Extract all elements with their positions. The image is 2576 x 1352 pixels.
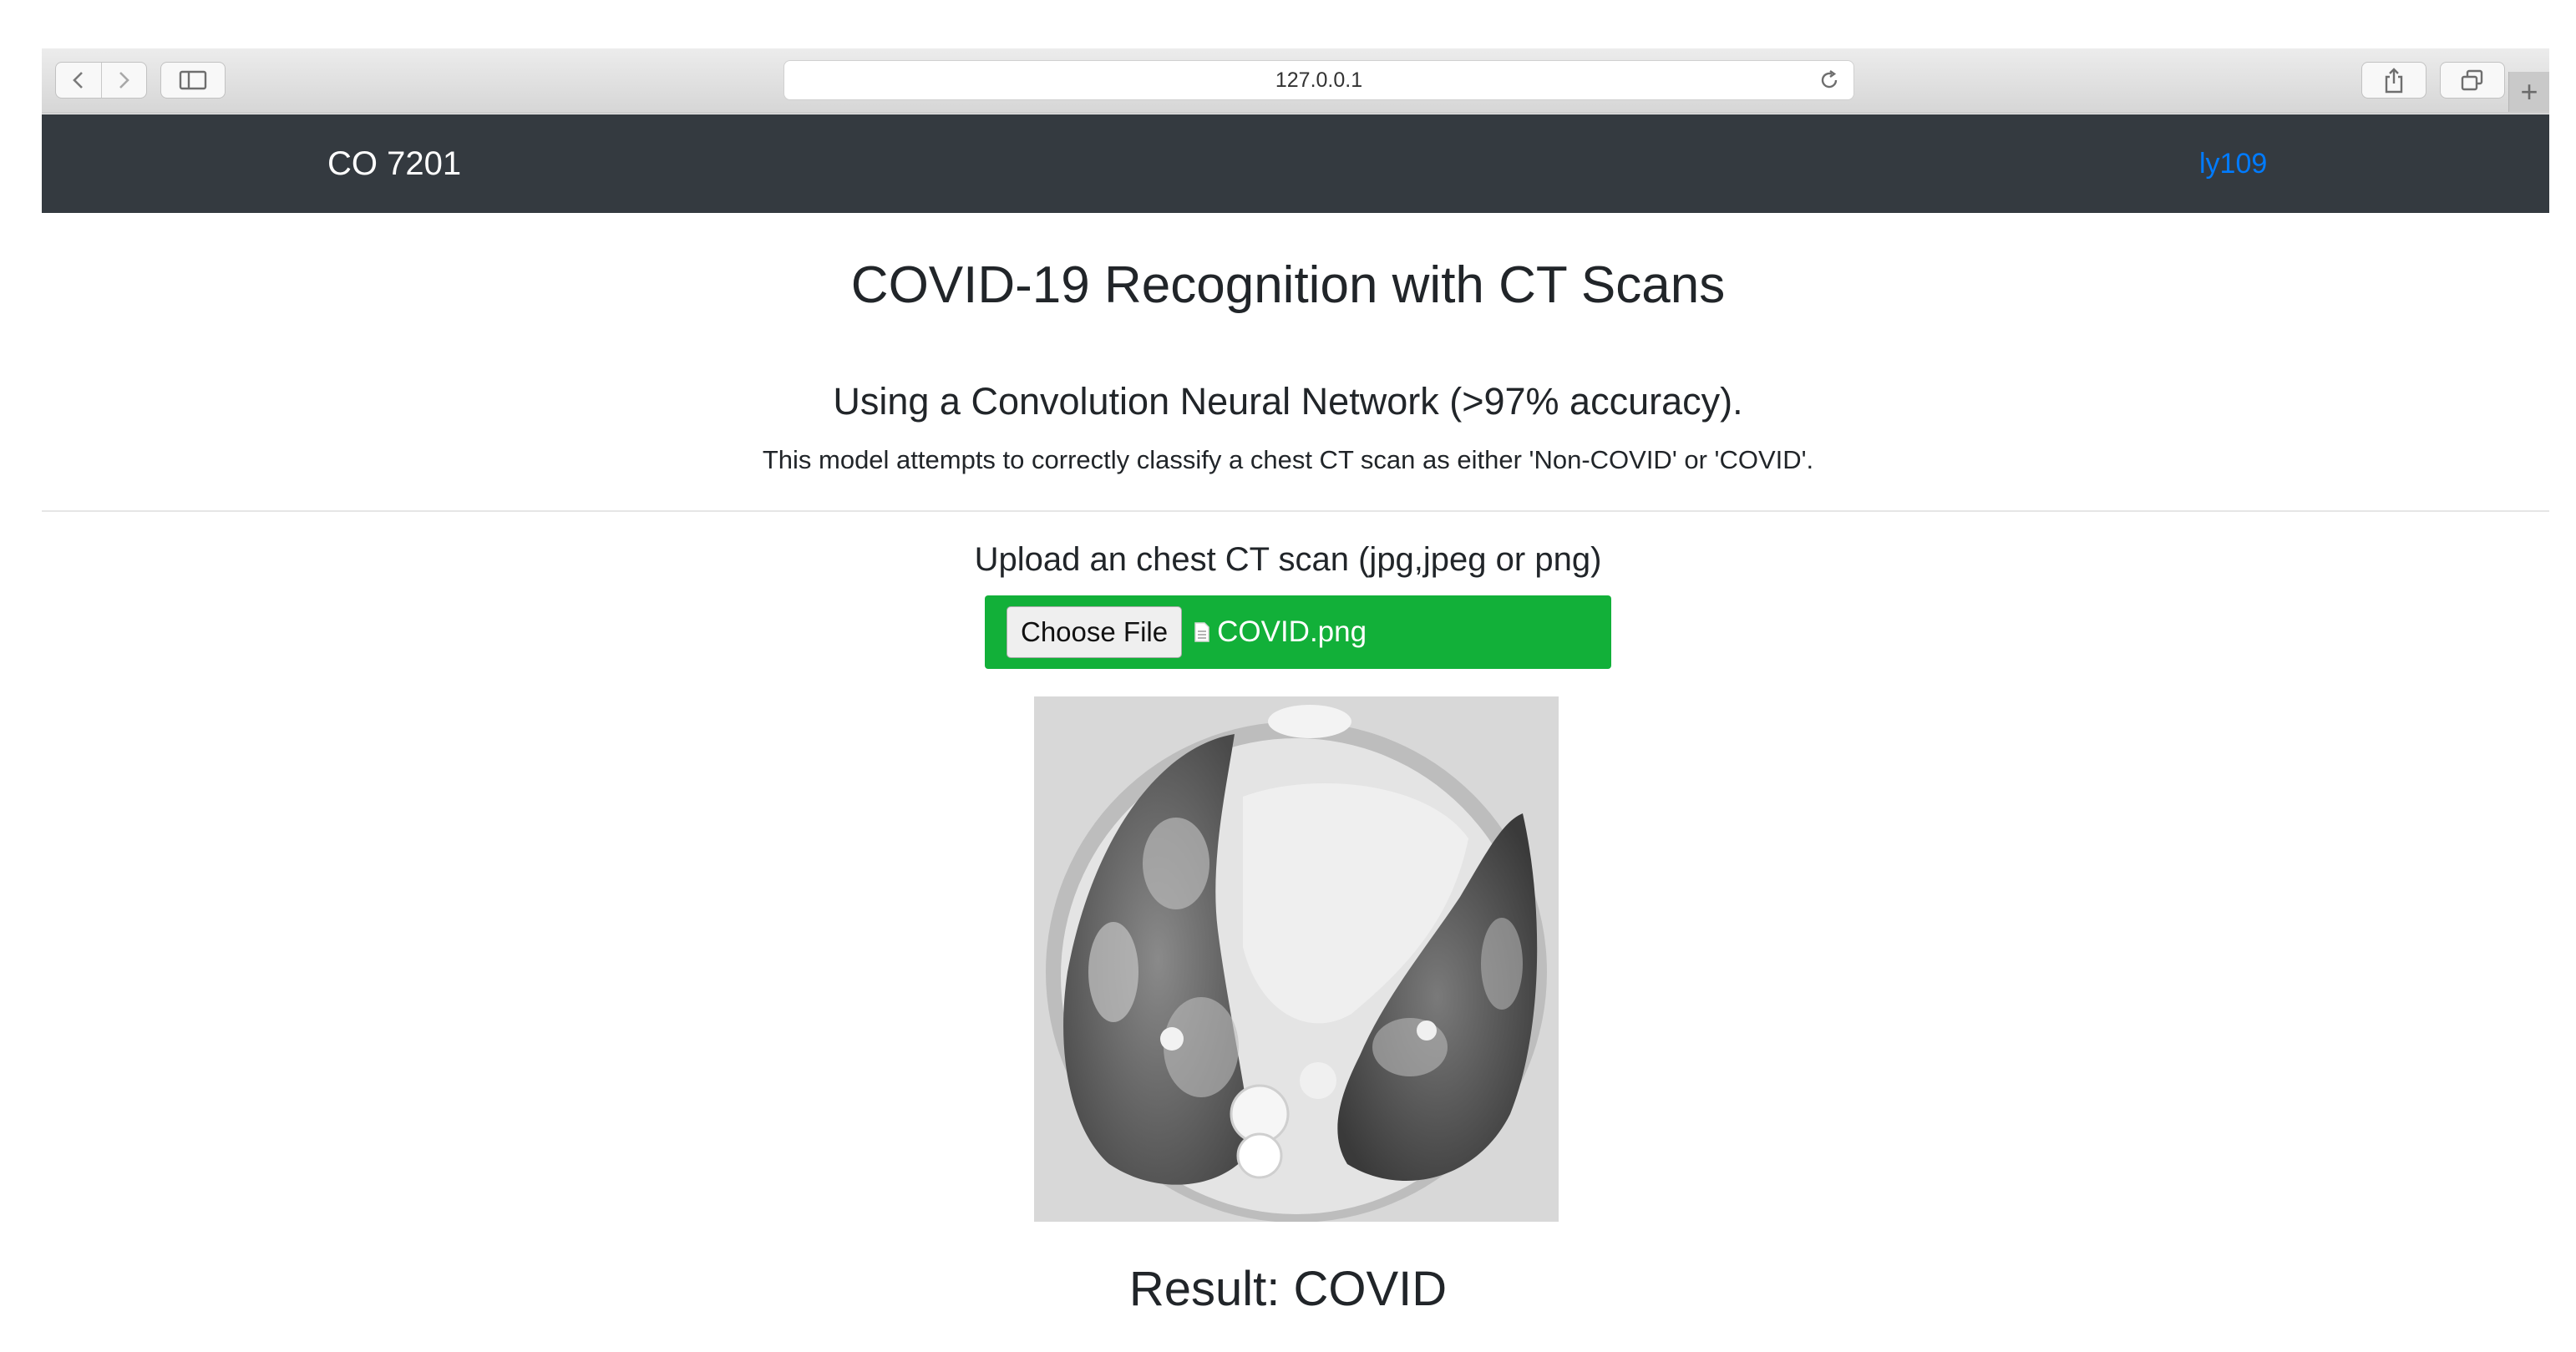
address-text: 127.0.0.1 [1275,68,1363,92]
reload-icon[interactable] [1817,68,1842,93]
user-link[interactable]: ly109 [2199,114,2267,213]
choose-file-button[interactable]: Choose File [1007,606,1183,658]
result-text: Result: COVID [1128,1262,1448,1316]
brand-link[interactable]: CO 7201 [327,114,461,213]
ct-scan-image [1034,696,1559,1222]
share-button[interactable] [2361,62,2426,99]
file-icon [1194,621,1210,643]
new-tab-button[interactable]: + [2508,72,2549,112]
selected-file-name: COVID.png [1217,615,1367,648]
page-description: This model attempts to correctly classif… [762,445,1814,474]
navigation-buttons [55,62,147,99]
forward-button[interactable] [100,63,147,98]
browser-toolbar: 127.0.0.1 + [42,48,2549,114]
tabs-icon [2461,69,2483,91]
sidebar-button[interactable] [160,62,226,99]
file-upload-field[interactable]: Choose File COVID.png [985,595,1611,669]
sidebar-icon [179,70,207,90]
back-button[interactable] [56,63,101,98]
back-icon [72,72,83,89]
page-title: COVID-19 Recognition with CT Scans [850,256,1726,314]
page-subtitle: Using a Convolution Neural Network (>97%… [833,380,1743,423]
forward-icon [119,72,130,89]
address-bar[interactable]: 127.0.0.1 [783,60,1854,100]
divider [42,510,2549,512]
plus-icon: + [2520,74,2538,109]
tabs-button[interactable] [2440,62,2505,99]
share-icon [2385,68,2403,94]
upload-label: Upload an chest CT scan (jpg,jpeg or png… [974,541,1602,578]
site-navbar: CO 7201 ly109 [42,114,2549,213]
